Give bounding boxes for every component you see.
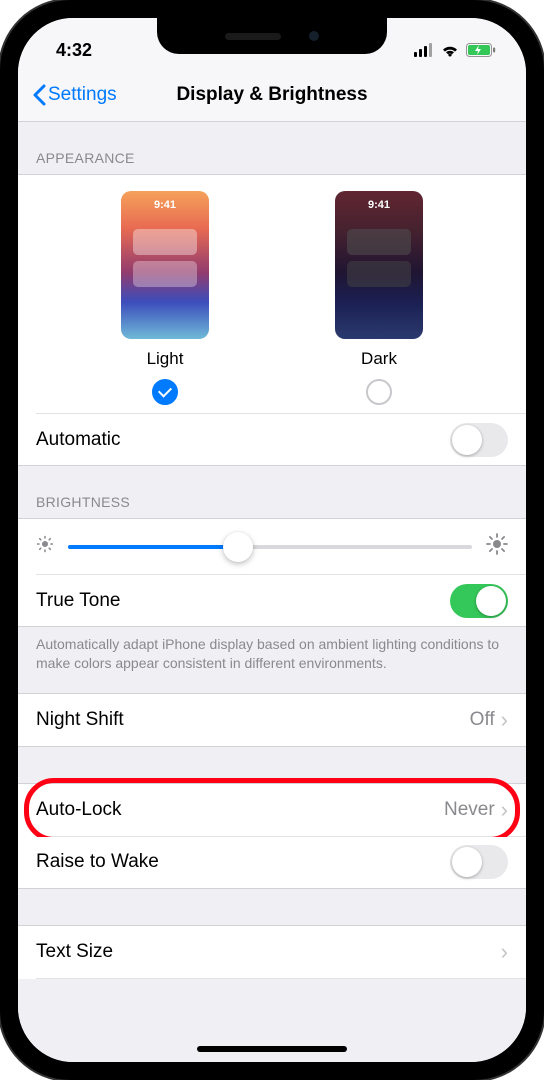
- true-tone-row[interactable]: True Tone: [18, 575, 526, 627]
- light-preview: 9:41: [121, 191, 209, 339]
- chevron-left-icon: [32, 84, 46, 106]
- text-size-row[interactable]: Text Size ›: [18, 926, 526, 978]
- brightness-slider-row[interactable]: [18, 519, 526, 574]
- dark-label: Dark: [361, 349, 397, 369]
- automatic-row[interactable]: Automatic: [18, 414, 526, 466]
- chevron-right-icon: ›: [501, 797, 508, 823]
- light-radio[interactable]: [152, 379, 178, 405]
- true-tone-toggle[interactable]: [450, 584, 508, 618]
- night-shift-label: Night Shift: [36, 709, 124, 731]
- true-tone-footer: Automatically adapt iPhone display based…: [18, 627, 526, 693]
- auto-lock-row[interactable]: Auto-Lock Never ›: [18, 784, 526, 836]
- back-button[interactable]: Settings: [32, 84, 117, 106]
- home-indicator[interactable]: [197, 1046, 347, 1052]
- back-label: Settings: [48, 84, 117, 106]
- dark-radio[interactable]: [366, 379, 392, 405]
- battery-charging-icon: [466, 43, 496, 57]
- raise-to-wake-row[interactable]: Raise to Wake: [18, 837, 526, 889]
- dark-preview: 9:41: [335, 191, 423, 339]
- automatic-toggle[interactable]: [450, 423, 508, 457]
- auto-lock-label: Auto-Lock: [36, 799, 122, 821]
- appearance-option-dark[interactable]: 9:41 Dark: [335, 191, 423, 405]
- brightness-header: BRIGHTNESS: [18, 466, 526, 518]
- cellular-icon: [414, 43, 434, 57]
- navigation-bar: Settings Display & Brightness: [18, 68, 526, 122]
- chevron-right-icon: ›: [501, 707, 508, 733]
- sun-max-icon: [486, 533, 508, 560]
- sun-min-icon: [36, 535, 54, 558]
- brightness-slider[interactable]: [68, 545, 472, 549]
- text-size-label: Text Size: [36, 941, 113, 963]
- night-shift-row[interactable]: Night Shift Off ›: [18, 694, 526, 746]
- raise-to-wake-label: Raise to Wake: [36, 851, 159, 873]
- appearance-header: APPEARANCE: [18, 122, 526, 174]
- chevron-right-icon: ›: [501, 939, 508, 965]
- raise-to-wake-toggle[interactable]: [450, 845, 508, 879]
- night-shift-value: Off: [470, 709, 495, 731]
- true-tone-label: True Tone: [36, 590, 121, 612]
- automatic-label: Automatic: [36, 429, 120, 451]
- wifi-icon: [440, 43, 460, 57]
- appearance-option-light[interactable]: 9:41 Light: [121, 191, 209, 405]
- light-label: Light: [147, 349, 184, 369]
- auto-lock-value: Never: [444, 799, 495, 821]
